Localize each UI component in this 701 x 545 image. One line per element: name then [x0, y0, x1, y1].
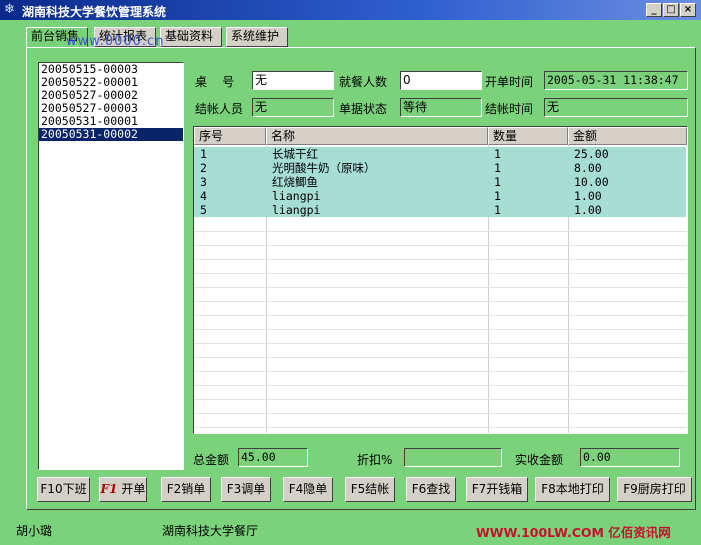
cell-no: 2: [200, 161, 207, 175]
cell-name: 红烧鲫鱼: [272, 175, 318, 189]
cell-no: 1: [200, 147, 207, 161]
grid-line: [194, 301, 687, 302]
diners-label: 就餐人数: [339, 75, 388, 89]
grid-line: [194, 399, 687, 400]
checkout-time-field: 无: [544, 98, 688, 117]
discount-field[interactable]: [404, 448, 502, 467]
order-list[interactable]: 20050515-00003 20050522-00001 20050527-0…: [38, 62, 184, 470]
grid-line: [194, 371, 687, 372]
status-field: 等待: [400, 98, 482, 117]
cell-qty: 1: [494, 189, 501, 203]
cell-amount: 1.00: [574, 203, 602, 217]
cell-name: liangpi: [272, 203, 321, 217]
tab-basic-data[interactable]: 基础资料: [160, 27, 222, 47]
total-label: 总金额: [193, 453, 230, 467]
cell-no: 3: [200, 175, 207, 189]
cell-amount: 25.00: [574, 147, 609, 161]
table-label: 桌 号: [195, 75, 235, 89]
f1-open-order-button[interactable]: F1 开单: [99, 477, 147, 502]
tab-system-maintenance[interactable]: 系统维护: [226, 27, 288, 47]
cell-amount: 10.00: [574, 175, 609, 189]
column-header-no[interactable]: 序号: [194, 127, 266, 145]
cell-no: 4: [200, 189, 207, 203]
table-row[interactable]: 1 长城干红 1 25.00: [194, 147, 686, 161]
f3-recall-order-button[interactable]: F3调单: [221, 477, 271, 502]
grid-line: [194, 357, 687, 358]
f10-logout-button[interactable]: F10下班: [37, 477, 90, 502]
close-button[interactable]: ×: [680, 3, 696, 17]
total-field: 45.00: [238, 448, 308, 467]
received-field[interactable]: 0.00: [580, 448, 680, 467]
column-header-amount[interactable]: 金额: [568, 127, 687, 145]
grid-line: [194, 273, 687, 274]
f4-hide-order-button[interactable]: F4隐单: [283, 477, 333, 502]
site-watermark: WWW.100LW.COM 亿佰资讯网: [476, 525, 671, 540]
grid-line: [194, 287, 687, 288]
cell-amount: 1.00: [574, 189, 602, 203]
checkout-time-label: 结帐时间: [485, 102, 534, 116]
f5-checkout-button[interactable]: F5结帐: [345, 477, 395, 502]
grid-line: [194, 343, 687, 344]
cell-name: 光明酸牛奶（原味）: [272, 161, 376, 175]
minimize-button[interactable]: _: [646, 3, 662, 17]
table-row[interactable]: 4 liangpi 1 1.00: [194, 189, 686, 203]
cell-qty: 1: [494, 175, 501, 189]
f6-search-button[interactable]: F6查找: [406, 477, 456, 502]
status-location: 湖南科技大学餐厅: [162, 524, 259, 538]
snowflake-icon: ❄: [4, 2, 15, 17]
grid-line: [194, 413, 687, 414]
grid-line: [194, 231, 687, 232]
title-bar: ❄ 湖南科技大学餐饮管理系统 _ □ ×: [0, 0, 701, 20]
items-grid[interactable]: 序号 名称 数量 金额 1 长城干红 1 25.00 2 光明酸牛奶（原味） 1…: [193, 126, 688, 434]
status-label: 单据状态: [339, 102, 388, 116]
grid-line: [194, 427, 687, 428]
grid-line: [194, 329, 687, 330]
table-row[interactable]: 3 红烧鲫鱼 1 10.00: [194, 175, 686, 189]
f1-open-order-label: 开单: [121, 482, 146, 496]
discount-label: 折扣%: [357, 453, 393, 467]
grid-line: [194, 385, 687, 386]
diners-field[interactable]: 0: [400, 71, 482, 90]
f7-open-cash-drawer-button[interactable]: F7开钱箱: [466, 477, 528, 502]
cashier-label: 结帐人员: [195, 102, 244, 116]
table-row[interactable]: 2 光明酸牛奶（原味） 1 8.00: [194, 161, 686, 175]
open-time-field: 2005-05-31 11:38:47: [544, 71, 688, 90]
status-user: 胡小璐: [16, 524, 53, 538]
f8-local-print-button[interactable]: F8本地打印: [535, 477, 610, 502]
window-title: 湖南科技大学餐饮管理系统: [22, 5, 167, 19]
grid-line: [194, 259, 687, 260]
f1-key-icon: F1: [100, 482, 118, 496]
cell-qty: 1: [494, 147, 501, 161]
table-row[interactable]: 5 liangpi 1 1.00: [194, 203, 686, 217]
grid-line: [194, 245, 687, 246]
maximize-button[interactable]: □: [663, 3, 679, 17]
cashier-field: 无: [252, 98, 334, 117]
table-field[interactable]: 无: [252, 71, 334, 90]
grid-line: [194, 315, 687, 316]
cell-qty: 1: [494, 203, 501, 217]
cell-name: 长城干红: [272, 147, 318, 161]
cell-name: liangpi: [272, 189, 321, 203]
f9-kitchen-print-button[interactable]: F9厨房打印: [617, 477, 692, 502]
column-header-name[interactable]: 名称: [266, 127, 488, 145]
open-time-label: 开单时间: [485, 75, 534, 89]
column-header-qty[interactable]: 数量: [488, 127, 568, 145]
received-label: 实收金额: [515, 453, 564, 467]
cell-qty: 1: [494, 161, 501, 175]
list-item-selected[interactable]: 20050531-00002: [39, 128, 183, 141]
cell-no: 5: [200, 203, 207, 217]
f2-cancel-order-button[interactable]: F2销单: [161, 477, 211, 502]
cell-amount: 8.00: [574, 161, 602, 175]
